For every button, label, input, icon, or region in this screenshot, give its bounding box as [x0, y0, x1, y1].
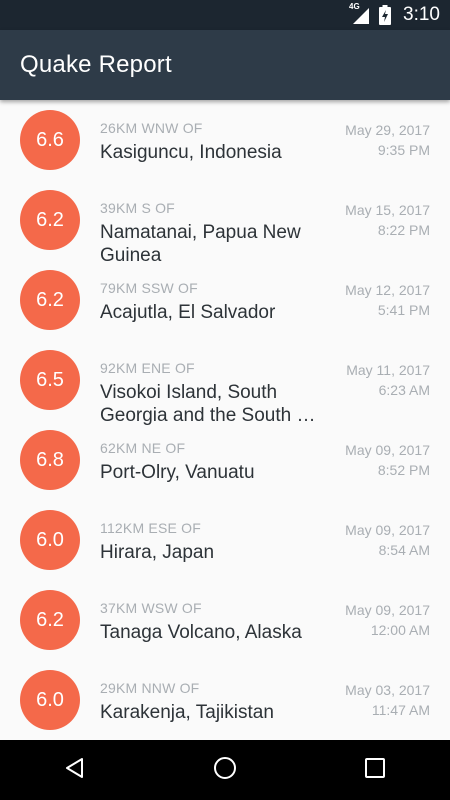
earthquake-list[interactable]: 6.6 26km WNW of Kasiguncu, Indonesia May… — [0, 100, 450, 740]
quake-date: May 29, 2017 — [345, 122, 430, 138]
primary-location: Hirara, Japan — [100, 542, 215, 563]
quake-time: 8:52 PM — [377, 462, 430, 478]
quake-date: May 09, 2017 — [345, 602, 430, 618]
quake-date: May 15, 2017 — [345, 202, 430, 218]
quake-time: 12:00 AM — [370, 622, 430, 638]
quake-time: 11:47 AM — [371, 702, 430, 718]
list-item[interactable]: 6.6 26km WNW of Kasiguncu, Indonesia May… — [0, 100, 450, 180]
back-icon — [63, 756, 87, 785]
recents-button[interactable] — [345, 740, 405, 800]
location-offset: 79km SSW of — [100, 280, 198, 296]
list-item[interactable]: 6.5 92km ENE of Visokoi Island, South Ge… — [0, 340, 450, 426]
list-item[interactable]: 6.8 62km NE of Port-Olry, Vanuatu May 09… — [0, 420, 450, 500]
location-offset: 92km ENE of — [100, 360, 195, 376]
navigation-bar — [0, 740, 450, 800]
location-offset: 26km WNW of — [100, 120, 203, 136]
primary-location: Tanaga Volcano, Alaska — [100, 622, 302, 643]
magnitude-circle: 6.5 — [20, 350, 80, 410]
magnitude-circle: 6.6 — [20, 110, 80, 170]
list-item[interactable]: 6.0 29km NNW of Karakenja, Tajikistan Ma… — [0, 660, 450, 740]
network-type-label: 4G — [349, 2, 360, 11]
location-offset: 37km WSW of — [100, 600, 202, 616]
quake-date: May 09, 2017 — [345, 522, 430, 538]
status-bar: 4G 3:10 — [0, 0, 450, 30]
primary-location: Kasiguncu, Indonesia — [100, 142, 282, 163]
magnitude-circle: 6.2 — [20, 270, 80, 330]
app-bar: Quake Report — [0, 30, 450, 100]
quake-time: 8:54 AM — [378, 542, 430, 558]
primary-location: Port-Olry, Vanuatu — [100, 462, 255, 483]
recents-icon — [364, 757, 386, 784]
home-icon — [212, 755, 238, 786]
quake-date: May 12, 2017 — [345, 282, 430, 298]
primary-location: Acajutla, El Salvador — [100, 302, 276, 323]
primary-location: Karakenja, Tajikistan — [100, 702, 274, 723]
magnitude-circle: 6.0 — [20, 510, 80, 570]
quake-date: May 11, 2017 — [346, 362, 430, 378]
location-offset: 39km S of — [100, 200, 175, 216]
quake-time: 6:23 AM — [378, 382, 430, 398]
back-button[interactable] — [45, 740, 105, 800]
list-item[interactable]: 6.2 79km SSW of Acajutla, El Salvador Ma… — [0, 260, 450, 340]
quake-date: May 03, 2017 — [345, 682, 430, 698]
list-item[interactable]: 6.2 39km S of Namatanai, Papua New Guine… — [0, 180, 450, 266]
list-item[interactable]: 6.2 37km WSW of Tanaga Volcano, Alaska M… — [0, 580, 450, 660]
location-offset: 112km ESE of — [100, 520, 201, 536]
location-offset: 62km NE of — [100, 440, 186, 456]
magnitude-circle: 6.0 — [20, 670, 80, 730]
battery-charging-icon — [379, 5, 392, 25]
magnitude-circle: 6.2 — [20, 190, 80, 250]
magnitude-circle: 6.8 — [20, 430, 80, 490]
quake-date: May 09, 2017 — [345, 442, 430, 458]
list-item[interactable]: 6.0 112km ESE of Hirara, Japan May 09, 2… — [0, 500, 450, 580]
status-icons: 4G 3:10 — [349, 2, 440, 26]
magnitude-circle: 6.2 — [20, 590, 80, 650]
signal-icon: 4G — [349, 2, 371, 25]
quake-time: 5:41 PM — [377, 302, 430, 318]
quake-time: 9:35 PM — [377, 142, 430, 158]
quake-time: 8:22 PM — [377, 222, 430, 238]
location-offset: 29km NNW of — [100, 680, 200, 696]
home-button[interactable] — [195, 740, 255, 800]
page-title: Quake Report — [20, 51, 172, 78]
status-time: 3:10 — [403, 4, 440, 25]
